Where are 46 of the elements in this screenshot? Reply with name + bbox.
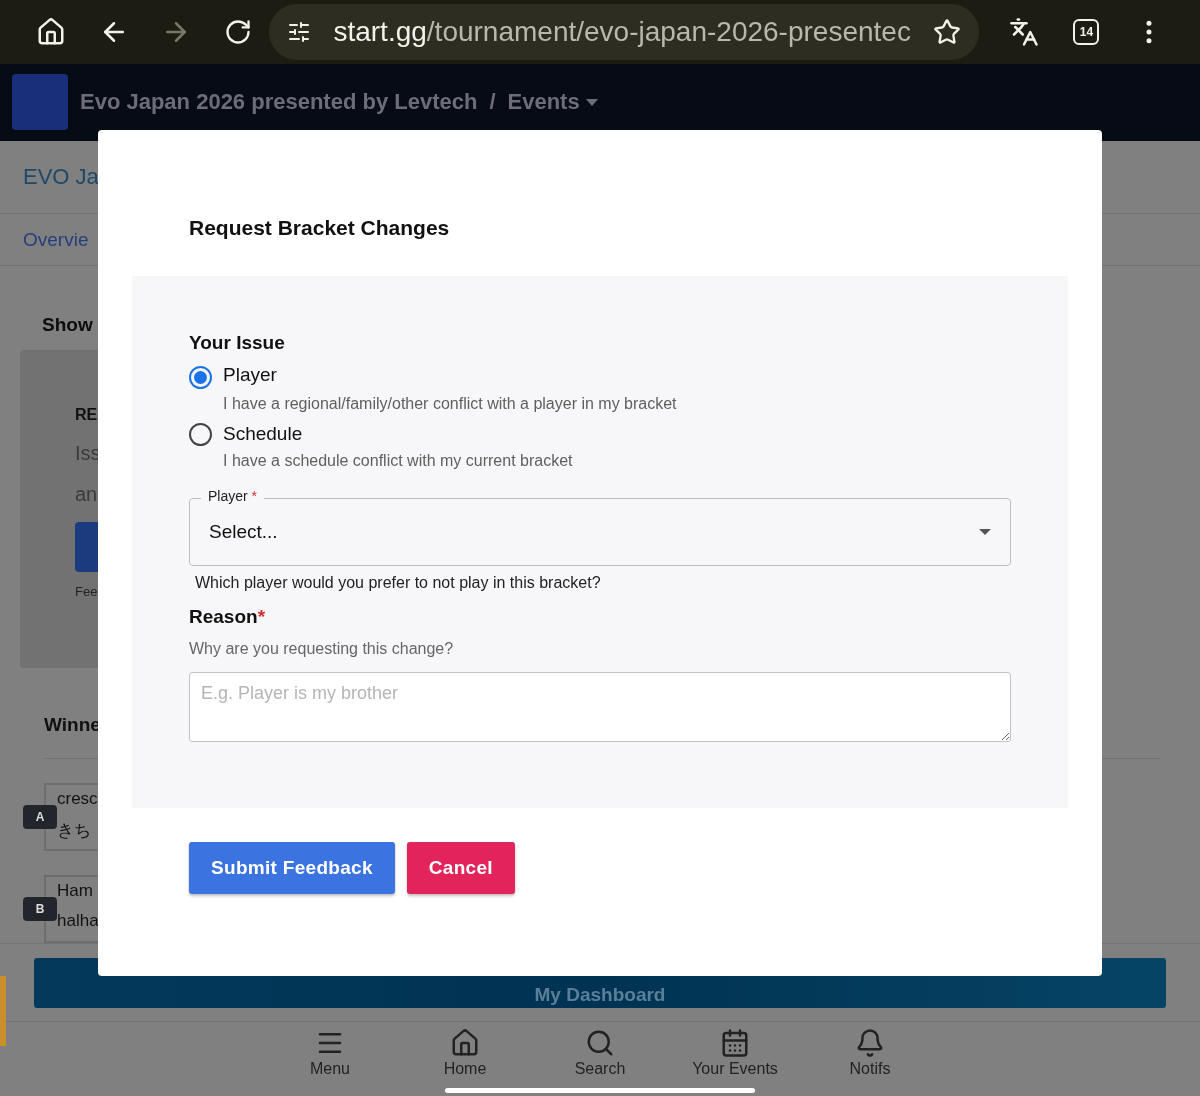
- helper-text: Which player would you prefer to not play in this bracket?: [195, 574, 602, 592]
- modal-title: Request Bracket Changes: [189, 216, 451, 240]
- player-name: きち: [57, 820, 92, 843]
- winners-label: Winne: [44, 714, 102, 737]
- page-title: EVO Ja: [23, 164, 99, 191]
- reason-field[interactable]: E.g. Player is my brother: [189, 672, 1011, 742]
- submit-button[interactable]: Submit Feedback: [189, 842, 395, 894]
- radio-button[interactable]: [189, 366, 212, 389]
- nav-item[interactable]: Home: [397, 1021, 533, 1096]
- caret-icon: [979, 529, 991, 535]
- option-description: I have a schedule conflict with my current bracket: [223, 452, 574, 470]
- home-icon: [450, 1027, 480, 1058]
- nav-item[interactable]: Notifs: [802, 1021, 938, 1096]
- nav-item[interactable]: Menu: [262, 1021, 398, 1096]
- tournament-title[interactable]: Evo Japan 2026 presented by Levtech: [80, 89, 478, 116]
- option-description: I have a regional/family/other conflict with a player in my bracket: [223, 395, 678, 413]
- match-badge: B: [23, 897, 57, 922]
- option-label[interactable]: Player: [223, 364, 1011, 389]
- card-text: an: [75, 483, 99, 507]
- option-label[interactable]: Schedule: [223, 423, 1011, 446]
- events-dropdown[interactable]: Events: [507, 89, 598, 116]
- card-heading: RE: [75, 406, 99, 425]
- site-settings-icon[interactable]: [287, 19, 312, 44]
- bell-icon: [855, 1027, 885, 1058]
- tab-count[interactable]: 14: [1073, 18, 1100, 45]
- issue-label: Your Issue: [189, 332, 286, 354]
- nav-item[interactable]: Search: [532, 1021, 668, 1096]
- field-label: Player *: [201, 488, 265, 504]
- player-name: halha: [57, 911, 100, 932]
- reason-label: Reason*: [189, 606, 267, 628]
- nav-item[interactable]: Your Events: [667, 1021, 803, 1096]
- player-name: Ham: [57, 881, 94, 902]
- breadcrumb-separator: /: [489, 89, 496, 116]
- radio-button[interactable]: [189, 423, 212, 446]
- overview-tab[interactable]: Overvie: [23, 228, 89, 251]
- star-icon[interactable]: [932, 17, 961, 46]
- calendar-icon: [720, 1027, 750, 1058]
- url-text: start.gg/tournament/evo-japan-2026-presentec: [333, 15, 911, 48]
- card-footer: Fee: [75, 584, 120, 600]
- player-name: cresc: [57, 789, 99, 810]
- match-badge: A: [23, 805, 57, 830]
- section-label: Show: [42, 314, 94, 337]
- address-bar[interactable]: start.gg/tournament/evo-japan-2026-presentec: [269, 3, 979, 60]
- reason-hint: Why are you requesting this change?: [189, 640, 455, 658]
- cancel-button[interactable]: Cancel: [406, 842, 515, 894]
- caret-icon: [585, 98, 598, 106]
